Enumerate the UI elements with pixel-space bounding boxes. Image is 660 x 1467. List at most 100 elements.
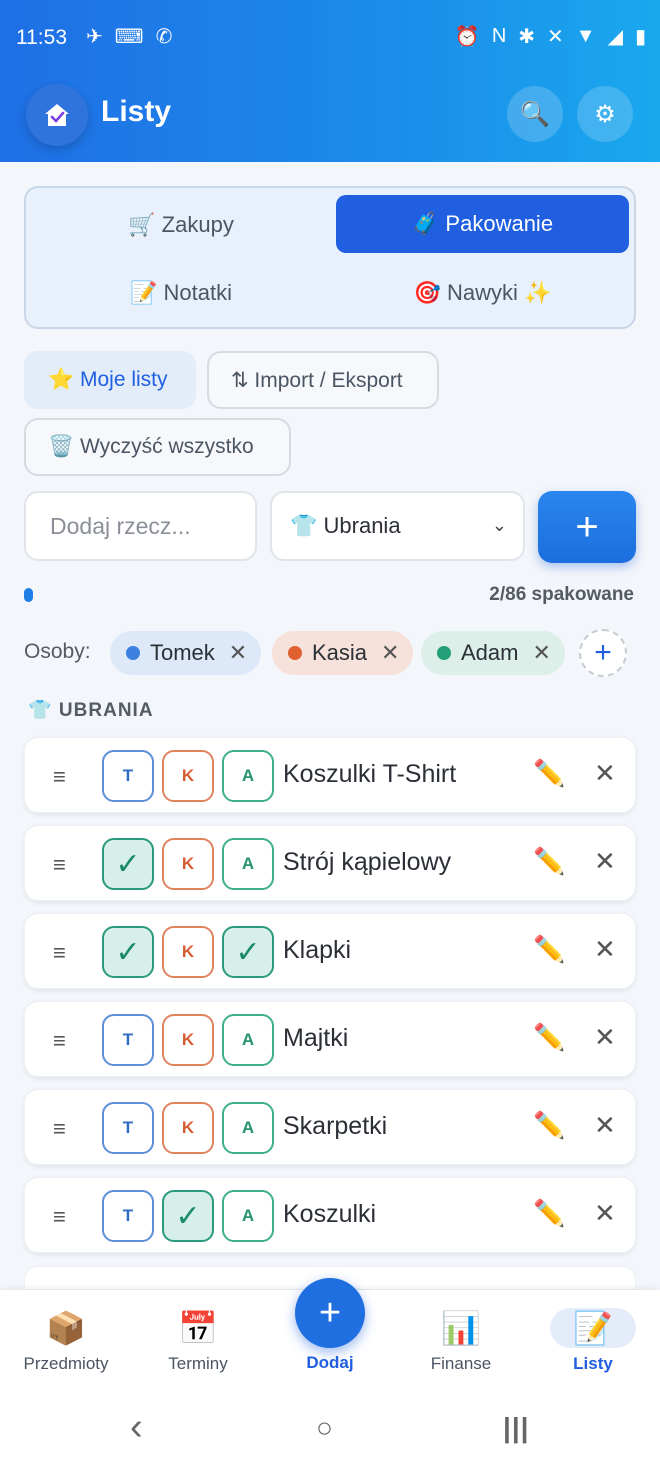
status-time: 11:53 [16, 26, 67, 49]
add-fab-button[interactable]: + [295, 1278, 365, 1348]
alarm-icon: ⏰ [454, 26, 480, 48]
import-export-button[interactable]: ⇅ Import / Eksport [207, 351, 439, 409]
tab-notatki[interactable]: 📝 Notatki [36, 264, 326, 322]
person-name: Tomek [150, 640, 215, 665]
person-chip-kasia[interactable]: Kasia ✕ [272, 631, 414, 675]
person-toggle-adam[interactable]: A [222, 1190, 274, 1242]
close-icon[interactable]: ✕ [594, 1110, 616, 1141]
person-toggle-tomek[interactable]: T [102, 750, 154, 802]
progress-text: 2/86 spakowane [489, 584, 634, 605]
list-item: ≡ ✓ K ✓ Klapki ✏️ ✕ [24, 913, 636, 989]
person-toggle-tomek[interactable]: ✓ [102, 926, 154, 978]
person-name: Kasia [312, 640, 368, 665]
signal-icon: ◢ [607, 26, 623, 48]
person-toggle-tomek[interactable]: T [102, 1190, 154, 1242]
nav-label: Listy [573, 1354, 613, 1373]
home-circle-icon[interactable]: ○ [316, 1412, 333, 1444]
section-title: 👕 UBRANIA [28, 700, 154, 721]
person-toggle-kasia[interactable]: K [162, 1014, 214, 1066]
person-color-dot [288, 646, 302, 660]
close-icon[interactable]: ✕ [594, 934, 616, 965]
pencil-icon[interactable]: ✏️ [533, 1110, 565, 1141]
settings-button[interactable]: ⚙ [577, 86, 633, 142]
recents-icon[interactable]: ||| [503, 1412, 530, 1444]
nav-dodaj-label[interactable]: Dodaj [270, 1353, 390, 1373]
status-bar: 11:53 ✈ ⌨ ✆ ⏰ N ✱ ✕ ▼ ◢ ▮ [0, 0, 660, 76]
battery-icon: ▮ [634, 26, 646, 48]
add-item-input[interactable]: Dodaj rzecz... [24, 491, 257, 561]
person-toggle-tomek[interactable]: T [102, 1014, 154, 1066]
category-value: 👕 Ubrania [290, 513, 401, 538]
remove-person-icon[interactable]: ✕ [229, 640, 247, 666]
page-title: Listy [101, 95, 172, 128]
person-toggle-kasia[interactable]: ✓ [162, 1190, 214, 1242]
status-left-icons: ✈ ⌨ ✆ [86, 24, 172, 49]
person-toggle-kasia[interactable]: K [162, 926, 214, 978]
drag-handle-icon[interactable]: ≡ [53, 852, 66, 878]
remove-person-icon[interactable]: ✕ [532, 640, 550, 666]
search-icon: 🔍 [520, 100, 550, 128]
notification-icon: ⌨ [114, 26, 144, 48]
close-icon[interactable]: ✕ [594, 846, 616, 877]
status-right-icons: ⏰ N ✱ ✕ ▼ ◢ ▮ [455, 24, 646, 49]
person-toggle-adam[interactable]: A [222, 838, 274, 890]
person-toggle-adam[interactable]: A [222, 750, 274, 802]
home-check-icon [45, 104, 69, 126]
person-toggle-kasia[interactable]: K [162, 838, 214, 890]
nav-terminy[interactable]: 📅 Terminy [138, 1308, 258, 1374]
person-toggle-tomek[interactable]: ✓ [102, 838, 154, 890]
person-toggle-kasia[interactable]: K [162, 1102, 214, 1154]
item-name: Klapki [283, 936, 352, 964]
nav-listy[interactable]: 📝 Listy [533, 1308, 653, 1374]
nav-label: Przedmioty [23, 1354, 109, 1373]
person-toggle-kasia[interactable]: K [162, 750, 214, 802]
app-header: 11:53 ✈ ⌨ ✆ ⏰ N ✱ ✕ ▼ ◢ ▮ Listy 🔍 ⚙ [0, 0, 660, 162]
list-item: ≡ ✓ K A Strój kąpielowy ✏️ ✕ [24, 825, 636, 901]
person-toggle-tomek[interactable]: T [102, 1102, 154, 1154]
drag-handle-icon[interactable]: ≡ [53, 940, 66, 966]
back-icon[interactable]: ‹ [130, 1406, 143, 1449]
drag-handle-icon[interactable]: ≡ [53, 1204, 66, 1230]
category-select[interactable]: 👕 Ubrania ⌄ [270, 491, 525, 561]
person-chip-adam[interactable]: Adam ✕ [421, 631, 565, 675]
gear-icon: ⚙ [594, 100, 616, 128]
remove-person-icon[interactable]: ✕ [381, 640, 399, 666]
person-toggle-adam[interactable]: A [222, 1014, 274, 1066]
person-chip-tomek[interactable]: Tomek ✕ [110, 631, 262, 675]
pencil-icon[interactable]: ✏️ [533, 934, 565, 965]
drag-handle-icon[interactable]: ≡ [53, 764, 66, 790]
pencil-icon[interactable]: ✏️ [533, 758, 565, 789]
pencil-icon[interactable]: ✏️ [533, 1198, 565, 1229]
drag-handle-icon[interactable]: ≡ [53, 1028, 66, 1054]
tab-pakowanie[interactable]: 🧳 Pakowanie [336, 195, 629, 253]
persons-label: Osoby: [24, 640, 91, 663]
clear-all-button[interactable]: 🗑️ Wyczyść wszystko [24, 418, 291, 476]
nav-finanse[interactable]: 📊 Finanse [401, 1308, 521, 1374]
close-icon[interactable]: ✕ [594, 758, 616, 789]
memo-icon: 📝 [550, 1308, 636, 1348]
chart-icon: 📊 [441, 1310, 481, 1346]
add-person-button[interactable]: + [579, 629, 627, 677]
close-icon[interactable]: ✕ [594, 1022, 616, 1053]
tab-zakupy[interactable]: 🛒 Zakupy [36, 196, 326, 254]
nav-przedmioty[interactable]: 📦 Przedmioty [6, 1308, 126, 1374]
wifi-icon: ▼ [575, 25, 596, 47]
person-toggle-adam[interactable]: ✓ [222, 926, 274, 978]
add-item-button[interactable]: + [538, 491, 636, 563]
home-button[interactable] [26, 84, 88, 146]
list-item: ≡ T K A Majtki ✏️ ✕ [24, 1001, 636, 1077]
notification-icon: ✆ [155, 26, 173, 48]
person-toggle-adam[interactable]: A [222, 1102, 274, 1154]
notification-icon: ✈ [86, 26, 103, 48]
my-lists-button[interactable]: ⭐ Moje listy [24, 351, 196, 409]
tab-nawyki[interactable]: 🎯 Nawyki ✨ [336, 264, 629, 322]
calendar-icon: 📅 [178, 1310, 218, 1346]
search-button[interactable]: 🔍 [507, 86, 563, 142]
pencil-icon[interactable]: ✏️ [533, 846, 565, 877]
mute-icon: ✕ [547, 26, 564, 48]
pencil-icon[interactable]: ✏️ [533, 1022, 565, 1053]
close-icon[interactable]: ✕ [594, 1198, 616, 1229]
list-type-selector: 🛒 Zakupy 🧳 Pakowanie 📝 Notatki 🎯 Nawyki … [24, 186, 636, 329]
drag-handle-icon[interactable]: ≡ [53, 1116, 66, 1142]
item-name: Majtki [283, 1024, 349, 1052]
